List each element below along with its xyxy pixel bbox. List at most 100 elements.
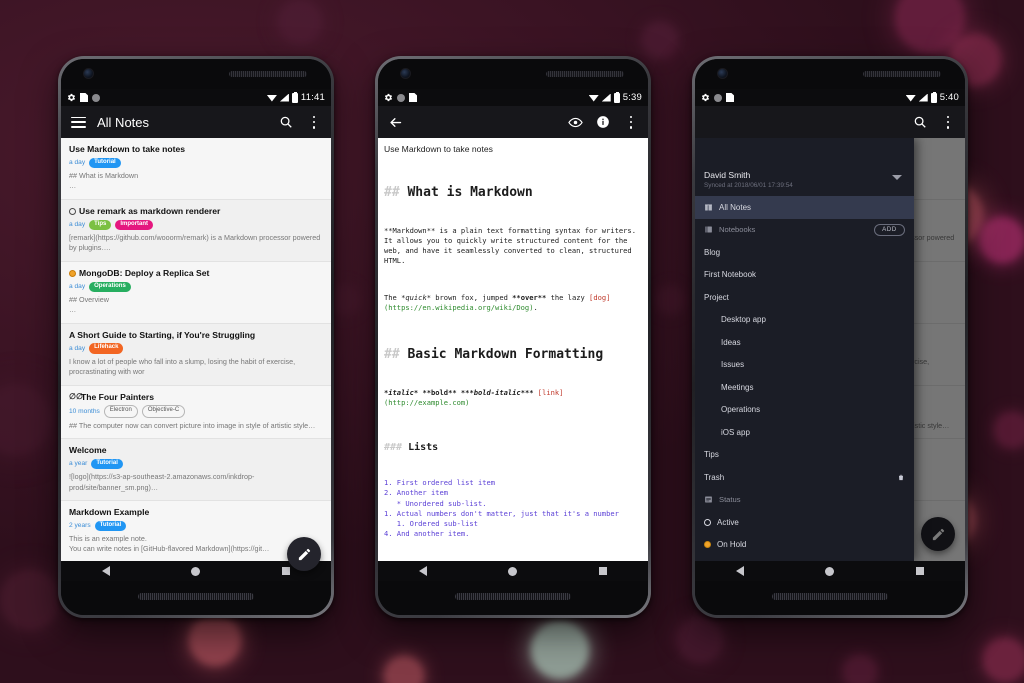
back-icon[interactable] <box>418 566 427 576</box>
note-meta: a dayLifehack <box>69 343 323 354</box>
overflow-menu-icon[interactable] <box>622 113 640 131</box>
home-icon[interactable] <box>825 566 835 576</box>
note-list-item[interactable]: Use Markdown to take notes a dayTutorial #… <box>61 138 331 200</box>
notebook-list[interactable]: Blog First Notebook Project Desktop app Idea… <box>695 241 914 466</box>
bokeh-circle <box>330 285 360 315</box>
status-bar: 11:41 <box>61 89 331 106</box>
fmt-italic: *italic* <box>384 388 419 397</box>
sd-card-icon <box>80 93 88 102</box>
note-title-field[interactable]: Use Markdown to take notes <box>384 142 642 158</box>
back-arrow-icon[interactable] <box>386 113 404 131</box>
front-camera-icon <box>83 68 94 79</box>
note-meta: a dayOperations <box>69 281 323 292</box>
status-list[interactable]: Active On Hold <box>695 511 914 556</box>
note-age: a year <box>69 460 88 468</box>
earpiece-speaker <box>863 71 941 77</box>
back-icon[interactable] <box>101 566 110 576</box>
para2-end: . <box>533 303 538 313</box>
note-age: 10 months <box>69 408 100 415</box>
sidebar-item-notebook[interactable]: Tips <box>695 444 914 467</box>
sidebar-item-notebook[interactable]: Ideas <box>695 331 914 354</box>
note-list-item[interactable]: Welcome a yearTutorial ![logo](https://s3-… <box>61 439 331 501</box>
note-tag[interactable]: Objective-C <box>141 405 186 418</box>
circle-icon <box>397 93 405 102</box>
note-tag[interactable]: Tutorial <box>91 458 123 470</box>
sidebar-item-trash[interactable]: Trash <box>695 466 914 489</box>
sidebar-item-label: Trash <box>704 472 725 482</box>
signal-icon <box>918 93 928 102</box>
note-list-item[interactable]: A Short Guide to Starting, if You're Str… <box>61 323 331 386</box>
sidebar-item-status[interactable]: Active <box>695 511 914 534</box>
note-age: a day <box>69 221 86 229</box>
markdown-source[interactable]: ## What is Markdown **Markdown** is a pl… <box>384 158 642 561</box>
sidebar-item-label: iOS app <box>721 427 750 437</box>
note-tag[interactable]: Electron <box>103 405 138 418</box>
sidebar-item-label: Issues <box>721 360 745 370</box>
sidebar-item-notebook[interactable]: Operations <box>695 399 914 422</box>
fmt-url: (http://example.com) <box>384 398 470 408</box>
notes-list[interactable]: Use Markdown to take notes a day Tutorial #… <box>61 138 331 561</box>
status-onhold-icon <box>69 269 76 277</box>
fmt-bold: **bold** <box>422 388 457 397</box>
sidebar-item-notebook[interactable]: Desktop app <box>695 309 914 332</box>
circle-icon <box>714 93 722 102</box>
sidebar-item-notebook[interactable]: Meetings <box>695 376 914 399</box>
note-title: MongoDB: Deploy a Replica Set <box>69 268 323 279</box>
sidebar-item-label: Active <box>717 517 739 527</box>
note-tag[interactable]: Lifehack <box>89 343 124 354</box>
info-icon[interactable] <box>594 113 612 131</box>
chevron-down-icon[interactable] <box>891 175 902 180</box>
search-icon[interactable] <box>277 113 295 131</box>
phone-bezel-top <box>378 59 648 89</box>
note-editor[interactable]: Use Markdown to take notes ## What is Ma… <box>378 138 648 561</box>
new-note-fab[interactable] <box>287 537 321 571</box>
sidebar-item-label: Blog <box>704 247 721 257</box>
back-icon[interactable] <box>735 566 744 576</box>
trash-icon[interactable] <box>897 473 905 482</box>
note-preview: ## The computer now can convert picture … <box>69 420 316 430</box>
drawer-account-header[interactable]: David Smith Synced at 2018/06/01 17:39:5… <box>695 138 914 196</box>
phone-bezel-top <box>695 59 965 89</box>
eye-icon[interactable] <box>566 113 584 131</box>
note-list-item[interactable]: MongoDB: Deploy a Replica Set a dayOperat… <box>61 261 331 324</box>
fmt-link: [link] <box>537 388 564 397</box>
front-camera-icon <box>400 68 411 79</box>
heading-hash: ## <box>384 347 400 363</box>
note-tag[interactable]: Tips <box>89 219 112 230</box>
home-icon[interactable] <box>508 566 518 576</box>
note-preview: ## What is Markdown… <box>69 171 139 191</box>
phone-bezel-bottom <box>378 581 648 615</box>
overflow-menu-icon[interactable] <box>939 113 957 131</box>
note-tag[interactable]: Tutorial <box>89 157 121 169</box>
add-notebook-button[interactable]: ADD <box>874 223 905 236</box>
sidebar-item-notebook[interactable]: Project <box>695 286 914 309</box>
bokeh-circle <box>677 617 723 663</box>
note-tag[interactable]: Operations <box>89 281 131 292</box>
sidebar-item-notebook[interactable]: iOS app <box>695 421 914 444</box>
sidebar-item-notebook[interactable]: Blog <box>695 241 914 264</box>
recents-icon[interactable] <box>916 567 925 575</box>
home-icon[interactable] <box>191 566 201 576</box>
bokeh-circle <box>189 614 241 666</box>
note-tag[interactable]: Tutorial <box>94 520 127 532</box>
sd-card-icon <box>726 93 734 102</box>
sidebar-item-notebook[interactable]: Issues <box>695 354 914 377</box>
note-meta: a yearTutorial <box>69 458 323 470</box>
recents-icon[interactable] <box>282 567 291 575</box>
sidebar-item-label: Tips <box>704 450 719 460</box>
overflow-menu-icon[interactable] <box>305 113 323 131</box>
gear-icon <box>384 93 393 102</box>
recents-icon[interactable] <box>599 567 608 575</box>
search-icon[interactable] <box>911 113 929 131</box>
sidebar-item-all-notes[interactable]: All Notes <box>695 196 914 219</box>
sidebar-item-status[interactable]: On Hold <box>695 534 914 557</box>
note-list-item[interactable]: ∅∅The Four Painters 10 monthsElectronObje… <box>61 385 331 440</box>
hamburger-icon[interactable] <box>69 113 87 131</box>
note-tag[interactable]: Important <box>115 219 154 230</box>
note-list-item[interactable]: Use remark as markdown renderer a dayTips… <box>61 199 331 262</box>
sync-status: Synced at 2018/06/01 17:39:54 <box>704 182 793 189</box>
para2-url: (https://en.wikipedia.org/wiki/Dog) <box>384 303 534 313</box>
sidebar-item-notebook[interactable]: First Notebook <box>695 264 914 287</box>
bottom-speaker <box>455 593 571 600</box>
heading-text: Lists <box>408 442 439 454</box>
